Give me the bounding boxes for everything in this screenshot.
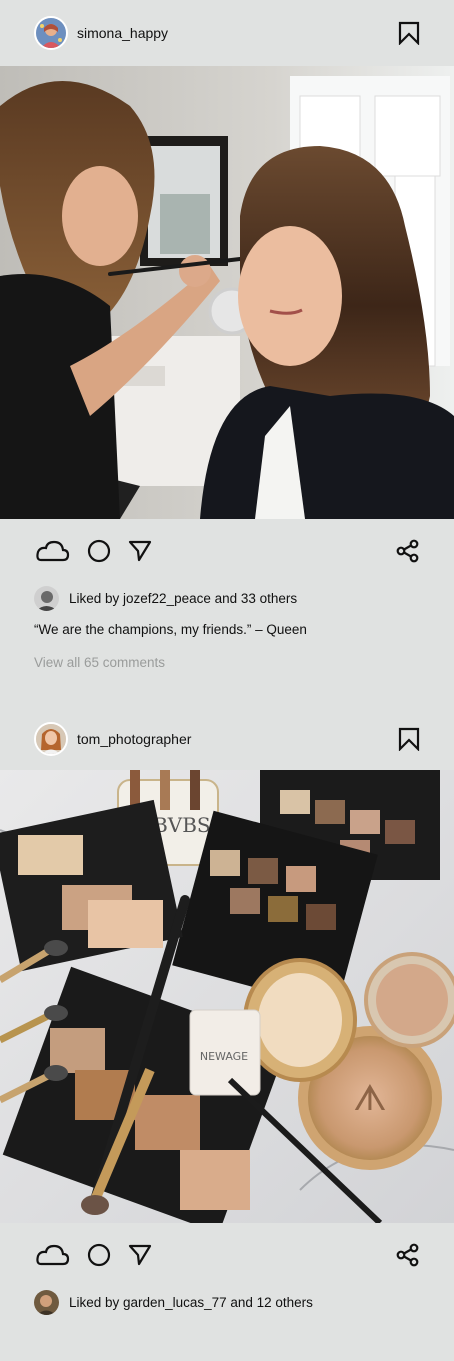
circle-icon[interactable] <box>87 539 111 563</box>
avatar[interactable] <box>34 16 68 50</box>
view-comments-link[interactable]: View all 65 comments <box>0 655 454 670</box>
likes-text[interactable]: Liked by garden_lucas_77 and 12 others <box>69 1295 313 1310</box>
share-icon[interactable] <box>396 539 420 563</box>
post-photo[interactable]: ALBVBS ᗑ NEWAGE <box>0 770 454 1223</box>
cloud-icon[interactable] <box>34 539 70 563</box>
post-header: simona_happy <box>0 0 454 66</box>
post-header: tom_photographer <box>0 708 454 770</box>
avatar[interactable] <box>34 722 68 756</box>
likes-text[interactable]: Liked by jozef22_peace and 33 others <box>69 591 297 606</box>
send-icon[interactable] <box>128 1244 152 1266</box>
post-actions <box>0 1223 454 1287</box>
post-actions <box>0 519 454 583</box>
username[interactable]: simona_happy <box>77 25 168 41</box>
avatar[interactable] <box>34 1289 59 1315</box>
svg-text:ᗑ: ᗑ <box>353 1078 387 1119</box>
post-1: simona_happy Liked by jozef22_peace and … <box>0 0 454 670</box>
post-2: tom_photographer ALBVBS ᗑ NEWAGE Liked b… <box>0 708 454 1317</box>
post-author[interactable]: simona_happy <box>34 16 168 50</box>
post-author[interactable]: tom_photographer <box>34 722 191 756</box>
likes-row: Liked by garden_lucas_77 and 12 others <box>0 1287 454 1317</box>
bookmark-icon[interactable] <box>398 727 420 752</box>
share-icon[interactable] <box>396 1243 420 1267</box>
svg-text:NEWAGE: NEWAGE <box>200 1050 248 1063</box>
circle-icon[interactable] <box>87 1243 111 1267</box>
post-photo[interactable] <box>0 66 454 519</box>
likes-row: Liked by jozef22_peace and 33 others <box>0 583 454 613</box>
bookmark-icon[interactable] <box>398 21 420 46</box>
avatar[interactable] <box>34 585 59 611</box>
cloud-icon[interactable] <box>34 1243 70 1267</box>
username[interactable]: tom_photographer <box>77 731 191 747</box>
caption: “We are the champions, my friends.” – Qu… <box>34 622 307 637</box>
send-icon[interactable] <box>128 540 152 562</box>
